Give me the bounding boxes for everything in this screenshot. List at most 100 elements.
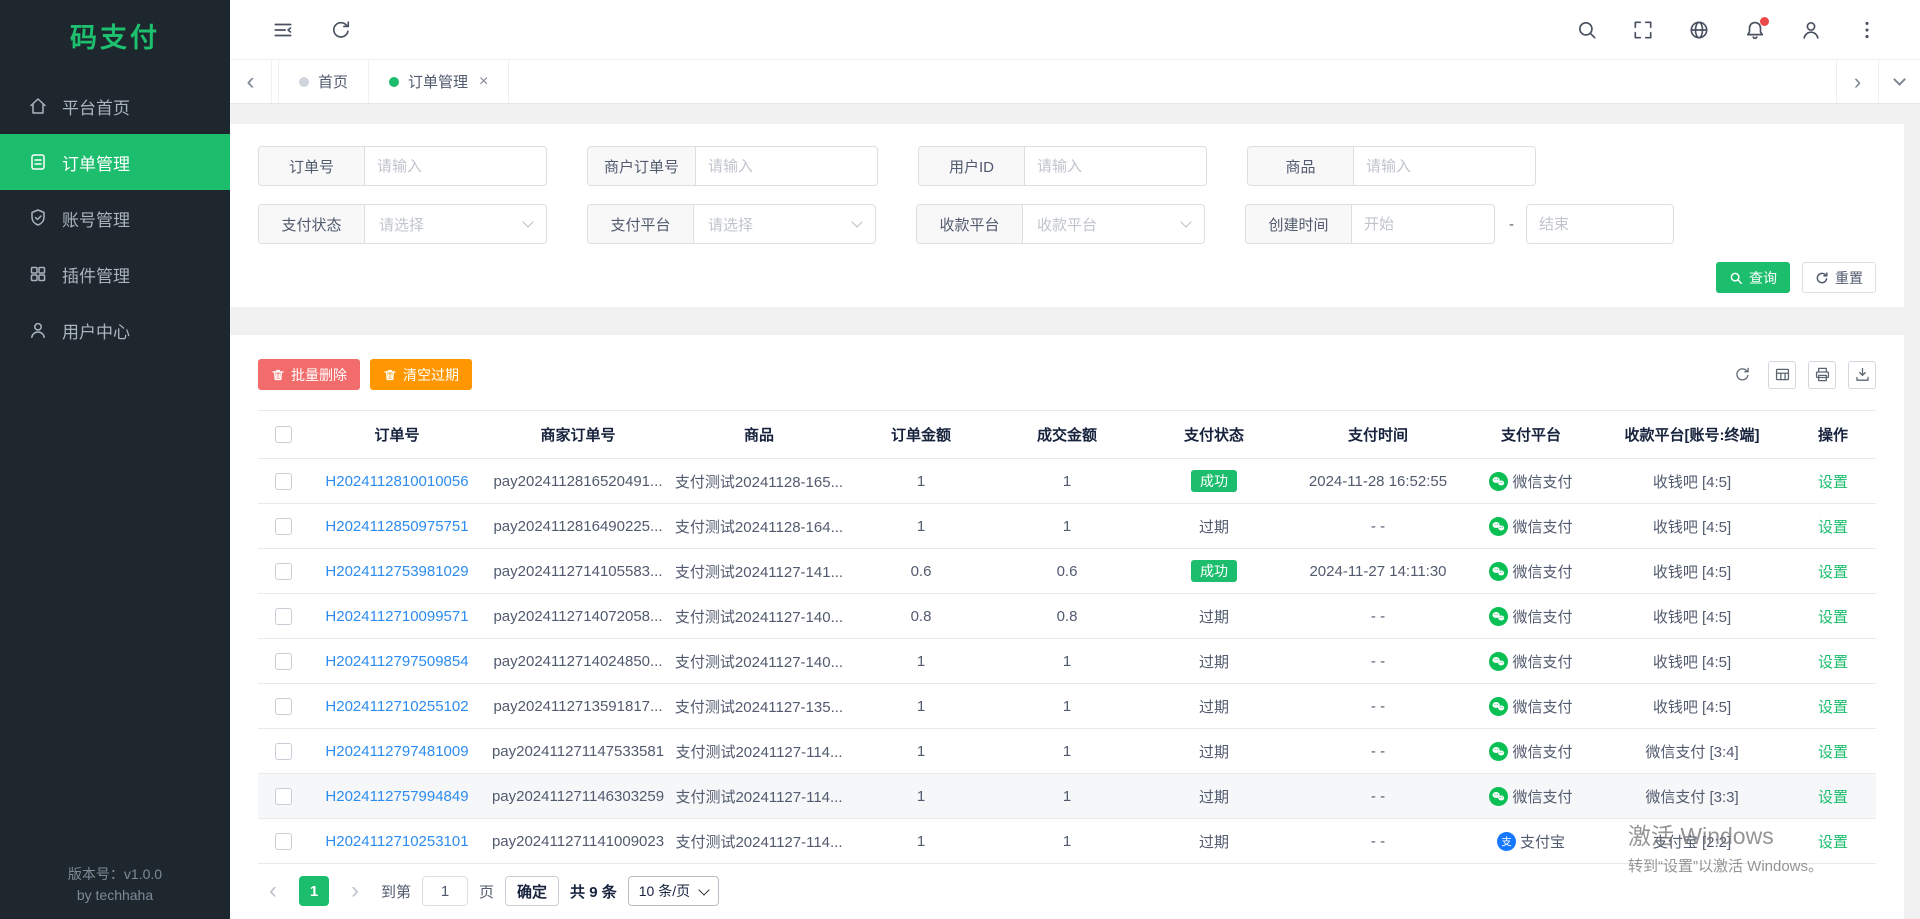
filter-product-input[interactable] <box>1354 147 1535 185</box>
filter-pay-status-select[interactable]: 请选择 <box>365 205 546 243</box>
row-settings-link[interactable]: 设置 <box>1818 564 1848 581</box>
version-number: 版本号：v1.0.0 <box>0 864 230 884</box>
row-checkbox[interactable] <box>275 653 292 670</box>
filter-pay-platform-select[interactable]: 请选择 <box>694 205 875 243</box>
more-menu-icon[interactable] <box>1856 19 1878 41</box>
tab-dropdown[interactable] <box>1878 60 1920 103</box>
row-checkbox[interactable] <box>275 833 292 850</box>
row-settings-link[interactable]: 设置 <box>1818 654 1848 671</box>
row-settings-link[interactable]: 设置 <box>1818 474 1848 491</box>
orders-panel: 批量删除 清空过期 <box>230 335 1904 919</box>
row-checkbox[interactable] <box>275 518 292 535</box>
order-no-link[interactable]: H2024112757994849 <box>325 788 468 805</box>
tab-label: 订单管理 <box>408 71 468 92</box>
sidebar-item-label: 订单管理 <box>62 150 130 175</box>
batch-delete-button[interactable]: 批量删除 <box>258 359 360 390</box>
sidebar-item-user-center[interactable]: 用户中心 <box>0 302 230 358</box>
row-settings-link[interactable]: 设置 <box>1818 609 1848 626</box>
filter-order-no-input[interactable] <box>365 147 546 185</box>
order-amount: 0.6 <box>848 549 994 594</box>
row-settings-link[interactable]: 设置 <box>1818 834 1848 851</box>
language-globe-icon[interactable] <box>1688 19 1710 41</box>
tab-orders[interactable]: 订单管理 × <box>369 60 509 103</box>
product-name: 支付测试20241128-164... <box>670 504 848 549</box>
order-no-link[interactable]: H2024112810010056 <box>325 473 468 490</box>
sidebar-item-accounts[interactable]: 账号管理 <box>0 190 230 246</box>
search-button-label: 查询 <box>1749 268 1777 288</box>
filter-actions: 查询 重置 <box>258 262 1876 293</box>
content-area: 订单号 商户订单号 用户ID 商品 <box>230 104 1920 919</box>
column-header: 订单号 <box>308 411 486 459</box>
filter-merchant-order-no-input[interactable] <box>696 147 877 185</box>
page-size-select[interactable]: 10 条/页 <box>628 876 719 906</box>
row-settings-link[interactable]: 设置 <box>1818 744 1848 761</box>
select-all-checkbox[interactable] <box>275 426 292 443</box>
filter-create-time-label: 创建时间 <box>1246 205 1352 243</box>
goto-page-input[interactable] <box>422 876 468 906</box>
tab-bar: ‹ 首页 订单管理 × › <box>230 59 1920 104</box>
receiver-account: 收钱吧 [4:5] <box>1594 504 1790 549</box>
filter-date-end-input[interactable] <box>1526 204 1674 244</box>
row-checkbox[interactable] <box>275 608 292 625</box>
user-avatar-icon[interactable] <box>1800 19 1822 41</box>
chevron-down-icon <box>698 884 709 895</box>
row-checkbox[interactable] <box>275 473 292 490</box>
order-no-link[interactable]: H2024112710255102 <box>325 698 468 715</box>
goto-label: 到第 <box>381 881 411 902</box>
row-settings-link[interactable]: 设置 <box>1818 789 1848 806</box>
refresh-table-button[interactable] <box>1728 361 1756 389</box>
filter-date-start-input[interactable] <box>1352 205 1494 243</box>
search-icon[interactable] <box>1576 19 1598 41</box>
row-settings-link[interactable]: 设置 <box>1818 699 1848 716</box>
column-settings-button[interactable] <box>1768 361 1796 389</box>
sidebar-item-home[interactable]: 平台首页 <box>0 78 230 134</box>
column-header: 商品 <box>670 411 848 459</box>
pagination-prev[interactable]: ‹ <box>258 876 288 906</box>
export-button[interactable] <box>1848 361 1876 389</box>
date-separator: - <box>1509 216 1514 233</box>
order-no-link[interactable]: H2024112710099571 <box>325 608 468 625</box>
filter-receive-platform-select[interactable]: 收款平台 <box>1023 205 1204 243</box>
fullscreen-icon[interactable] <box>1632 19 1654 41</box>
order-no-link[interactable]: H2024112797481009 <box>325 743 468 760</box>
refresh-page-icon[interactable] <box>330 19 352 41</box>
print-button[interactable] <box>1808 361 1836 389</box>
product-name: 支付测试20241127-140... <box>670 594 848 639</box>
confirm-button[interactable]: 确定 <box>505 876 559 906</box>
merchant-order-no: pay2024112714105583... <box>486 549 670 594</box>
close-icon[interactable]: × <box>479 74 488 90</box>
order-no-link[interactable]: H2024112850975751 <box>325 518 468 535</box>
app-root: 码支付 平台首页 订单管理 账号管理 插件管理 用户中心 <box>0 0 1920 919</box>
order-no-link[interactable]: H2024112710253101 <box>325 833 468 850</box>
pagination-page-current[interactable]: 1 <box>299 876 329 906</box>
order-no-link[interactable]: H2024112797509854 <box>325 653 468 670</box>
row-checkbox[interactable] <box>275 698 292 715</box>
tab-scroll-right[interactable]: › <box>1836 60 1878 103</box>
row-settings-link[interactable]: 设置 <box>1818 519 1848 536</box>
filter-panel: 订单号 商户订单号 用户ID 商品 <box>230 124 1904 307</box>
row-checkbox[interactable] <box>275 563 292 580</box>
platform-name: 支付宝 <box>1520 831 1565 852</box>
tab-home[interactable]: 首页 <box>278 60 369 103</box>
filter-user-id: 用户ID <box>918 146 1207 186</box>
table-row: H2024112810010056pay2024112816520491...支… <box>258 459 1876 504</box>
fold-menu-icon[interactable] <box>272 19 294 41</box>
reset-button[interactable]: 重置 <box>1802 262 1876 293</box>
sidebar-item-plugins[interactable]: 插件管理 <box>0 246 230 302</box>
filter-user-id-input[interactable] <box>1025 147 1206 185</box>
column-header: 支付状态 <box>1140 411 1288 459</box>
paid-amount: 1 <box>994 819 1140 864</box>
pay-time: - - <box>1288 774 1468 819</box>
row-checkbox[interactable] <box>275 788 292 805</box>
pay-time: - - <box>1288 819 1468 864</box>
chevron-down-icon <box>1893 73 1906 86</box>
pagination-next[interactable]: › <box>340 876 370 906</box>
notification-bell-icon[interactable] <box>1744 19 1766 41</box>
clear-expired-button[interactable]: 清空过期 <box>370 359 472 390</box>
search-button[interactable]: 查询 <box>1716 262 1790 293</box>
tab-scroll-left[interactable]: ‹ <box>230 60 272 103</box>
sidebar-item-orders[interactable]: 订单管理 <box>0 134 230 190</box>
order-no-link[interactable]: H2024112753981029 <box>325 563 468 580</box>
row-checkbox[interactable] <box>275 743 292 760</box>
platform-name: 微信支付 <box>1512 786 1572 807</box>
